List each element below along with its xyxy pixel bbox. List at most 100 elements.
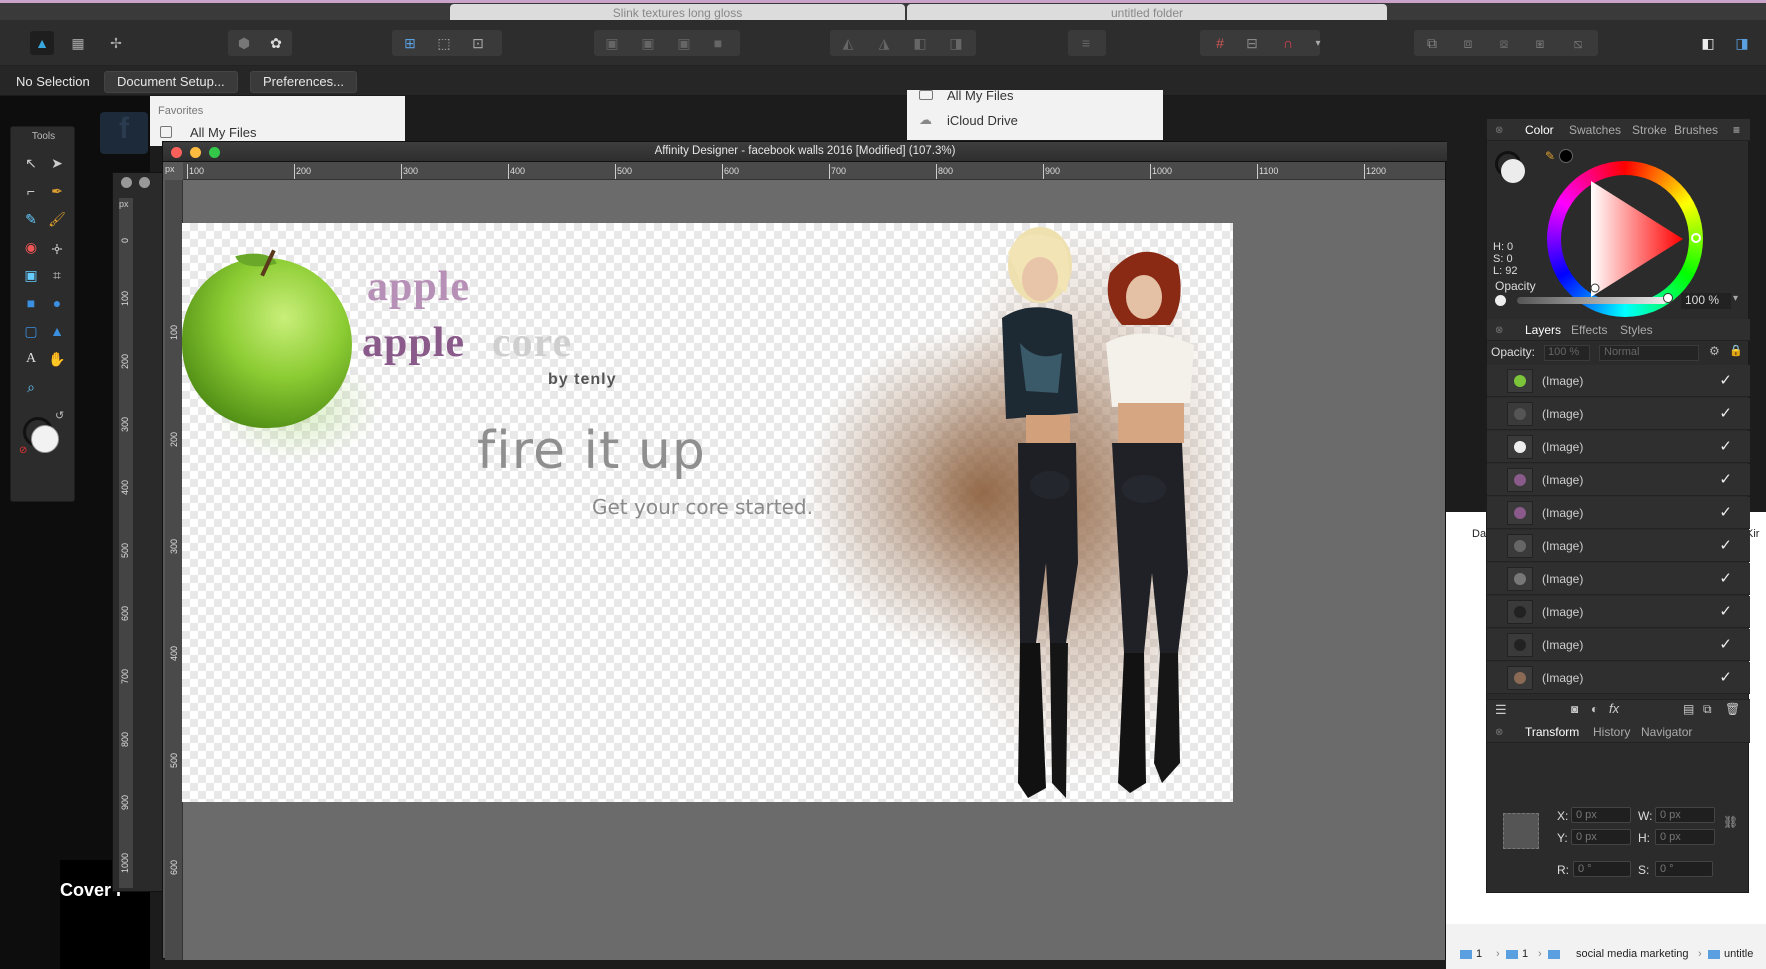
window-button[interactable] xyxy=(121,177,132,188)
boolean-icon[interactable]: ✿ xyxy=(264,31,288,55)
layer-row[interactable]: (Image) ✓ xyxy=(1487,464,1750,496)
path-item[interactable]: social media marketing xyxy=(1576,948,1689,960)
panel-menu-icon[interactable]: ≡ xyxy=(1733,123,1740,137)
grid-snap-icon[interactable]: # xyxy=(1208,31,1232,55)
w-field[interactable]: 0 px xyxy=(1655,807,1715,823)
fill-swatch[interactable] xyxy=(1501,159,1525,183)
pencil-tool-icon[interactable]: ✎ xyxy=(19,207,43,231)
opacity-slider[interactable] xyxy=(1517,297,1667,304)
no-color-icon[interactable]: ⊘ xyxy=(19,445,27,456)
new-layer-icon[interactable]: ▤ xyxy=(1683,702,1694,716)
tagline-text[interactable]: Get your core started. xyxy=(592,495,813,519)
brush-tool-icon[interactable]: 🖌 xyxy=(45,207,69,231)
text-tool-icon[interactable]: A xyxy=(19,347,43,371)
assistant-icon[interactable]: ⬢ xyxy=(232,31,256,55)
snap-dropdown-icon[interactable]: ▾ xyxy=(1306,31,1330,55)
close-panel-icon[interactable]: ⊗ xyxy=(1495,125,1503,136)
tab-navigator[interactable]: Navigator xyxy=(1641,725,1692,739)
alt-selection-icon[interactable]: ⊡ xyxy=(466,31,490,55)
anchor-point-selector[interactable] xyxy=(1503,813,1539,849)
tab-color[interactable]: Color xyxy=(1525,123,1554,137)
move-back-icon[interactable]: ▣ xyxy=(600,31,624,55)
x-field[interactable]: 0 px xyxy=(1571,807,1631,823)
tab-brushes[interactable]: Brushes xyxy=(1674,123,1718,137)
rectangle-tool-icon[interactable]: ■ xyxy=(19,291,43,315)
tab-layers[interactable]: Layers xyxy=(1525,323,1561,337)
color-picker-icon[interactable]: ✎ xyxy=(1545,149,1555,163)
affinity-logo-icon[interactable]: ▲ xyxy=(30,31,54,55)
layer-visibility-checkbox[interactable]: ✓ xyxy=(1719,635,1732,653)
layer-row[interactable]: (Image) ✓ xyxy=(1487,530,1750,562)
color-triangle[interactable] xyxy=(1561,175,1689,303)
align-icon[interactable]: ≡ xyxy=(1074,31,1098,55)
fx-icon[interactable]: fx xyxy=(1609,701,1619,716)
by-tenly-text[interactable]: by tenly xyxy=(548,371,616,389)
tab-stroke[interactable]: Stroke xyxy=(1632,123,1667,137)
snap-option-icon[interactable]: ⊟ xyxy=(1240,31,1264,55)
flip-h-icon[interactable]: ◭ xyxy=(836,31,860,55)
close-panel-icon[interactable]: ⊗ xyxy=(1495,727,1503,738)
node-tool-icon[interactable]: ➤ xyxy=(45,151,69,175)
apple-text-image[interactable]: apple xyxy=(367,263,470,311)
layer-row[interactable]: (Image) ✓ xyxy=(1487,596,1750,628)
layer-opacity-field[interactable]: 100 % xyxy=(1544,345,1590,361)
path-item[interactable]: untitle xyxy=(1724,948,1753,960)
window-button[interactable] xyxy=(139,177,150,188)
layer-row[interactable]: (Image) ✓ xyxy=(1487,497,1750,529)
adjustment-icon[interactable]: ◐ xyxy=(1591,702,1598,716)
layer-row[interactable]: (Image) ✓ xyxy=(1487,563,1750,595)
move-back-one-icon[interactable]: ▣ xyxy=(636,31,660,55)
layer-row[interactable]: (Image) ✓ xyxy=(1487,365,1750,397)
rotate-left-icon[interactable]: ◧ xyxy=(908,31,932,55)
h-field[interactable]: 0 px xyxy=(1655,829,1715,845)
rotation-field[interactable]: 0 ° xyxy=(1573,861,1631,877)
all-files-item[interactable]: All My Files xyxy=(190,125,256,140)
transparency-tool-icon[interactable]: 🝊 xyxy=(45,235,69,259)
fill-tool-icon[interactable]: ◉ xyxy=(19,235,43,259)
link-aspect-icon[interactable]: ⛓ xyxy=(1723,815,1738,829)
picked-color-swatch[interactable] xyxy=(1559,149,1573,163)
tab-styles[interactable]: Styles xyxy=(1620,323,1653,337)
figure-blonde-image[interactable] xyxy=(962,223,1102,802)
layers-stack-icon[interactable]: ☰ xyxy=(1495,702,1507,718)
opacity-dropdown-icon[interactable]: ▾ xyxy=(1733,293,1738,304)
window-panels-icon[interactable]: ◨ xyxy=(1730,31,1754,55)
green-apple-image[interactable] xyxy=(182,258,352,428)
divide-geometry-icon[interactable]: ⧅ xyxy=(1566,31,1590,55)
tab-swatches[interactable]: Swatches xyxy=(1569,123,1621,137)
core-text-image[interactable]: core xyxy=(492,319,572,367)
artboard-canvas[interactable]: apple apple core by tenly fire it up Get… xyxy=(182,223,1233,802)
move-front-icon[interactable]: ■ xyxy=(706,31,730,55)
layer-visibility-checkbox[interactable]: ✓ xyxy=(1719,437,1732,455)
selection-box-icon[interactable]: ⬚ xyxy=(432,31,456,55)
intersect-geometry-icon[interactable]: ⧇ xyxy=(1492,31,1516,55)
ellipse-tool-icon[interactable]: ● xyxy=(45,291,69,315)
fire-it-up-text[interactable]: fire it up xyxy=(477,421,706,481)
layer-visibility-checkbox[interactable]: ✓ xyxy=(1719,470,1732,488)
figure-redhead-image[interactable] xyxy=(1082,243,1222,802)
pixel-persona-icon[interactable]: ▦ xyxy=(66,31,90,55)
tab-transform[interactable]: Transform xyxy=(1525,725,1579,739)
hue-handle[interactable] xyxy=(1691,233,1701,243)
rounded-rect-tool-icon[interactable]: ▢ xyxy=(19,319,43,343)
mask-icon[interactable]: ◙ xyxy=(1571,702,1578,716)
place-image-tool-icon[interactable]: ▣ xyxy=(19,263,43,287)
layer-visibility-checkbox[interactable]: ✓ xyxy=(1719,668,1732,686)
swap-colors-icon[interactable]: ↺ xyxy=(55,409,64,422)
hand-tool-icon[interactable]: ✋ xyxy=(45,347,69,371)
layer-visibility-checkbox[interactable]: ✓ xyxy=(1719,569,1732,587)
subtract-geometry-icon[interactable]: ⧈ xyxy=(1456,31,1480,55)
preferences-button[interactable]: Preferences... xyxy=(250,71,357,93)
opacity-handle[interactable] xyxy=(1663,293,1673,303)
fill-color-swatch[interactable] xyxy=(31,425,59,453)
tab-effects[interactable]: Effects xyxy=(1571,323,1607,337)
layer-row[interactable]: (Image) ✓ xyxy=(1487,629,1750,661)
flip-v-icon[interactable]: ◮ xyxy=(872,31,896,55)
layer-visibility-checkbox[interactable]: ✓ xyxy=(1719,503,1732,521)
transform-origin-icon[interactable]: ⊞ xyxy=(398,31,422,55)
apple-text-image-2[interactable]: apple xyxy=(362,319,465,367)
color-wheel[interactable] xyxy=(1547,161,1703,317)
duplicate-layer-icon[interactable]: ⧉ xyxy=(1703,702,1712,717)
zoom-tool-icon[interactable]: ⌕ xyxy=(19,375,43,399)
studio-panels-icon[interactable]: ◧ xyxy=(1696,31,1720,55)
